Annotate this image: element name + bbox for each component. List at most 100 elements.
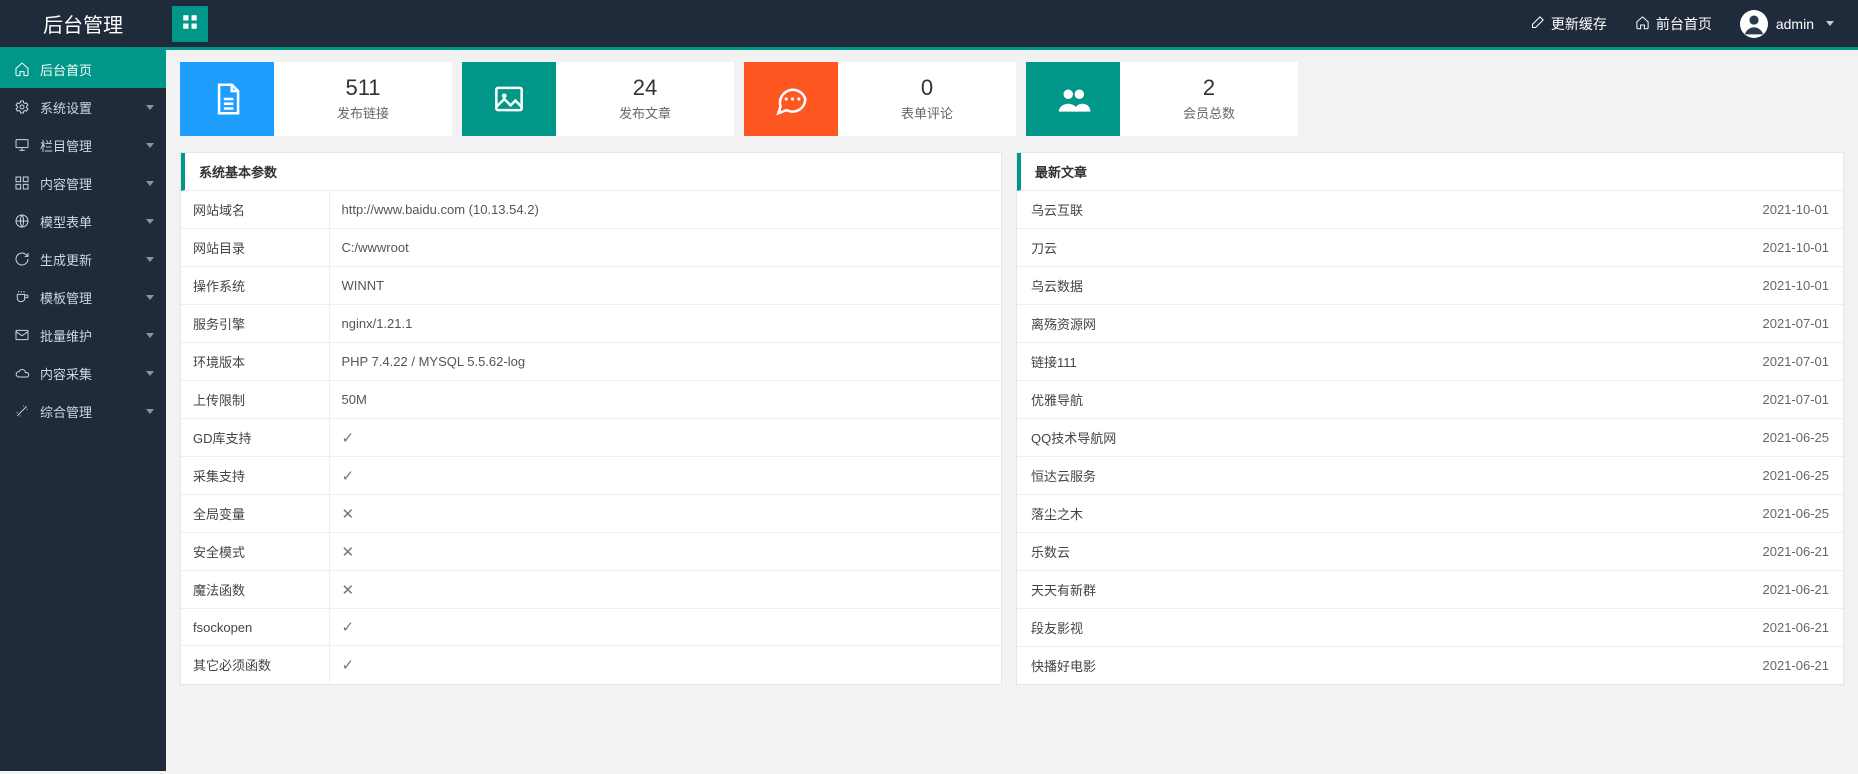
stat-card-0[interactable]: 511发布链接 [180, 62, 452, 136]
article-link[interactable]: 天天有新群 [1031, 583, 1096, 598]
param-value: 50M [342, 392, 367, 407]
article-date: 2021-06-21 [1703, 647, 1843, 685]
table-row: 乐数云 2021-06-21 [1017, 533, 1843, 571]
article-title-cell: 刀云 [1017, 229, 1703, 267]
eraser-icon [1530, 15, 1545, 33]
article-link[interactable]: 乐数云 [1031, 545, 1070, 560]
sidebar-item-label: 模板管理 [40, 288, 92, 307]
apps-button[interactable] [172, 6, 208, 42]
check-icon: ✓ [342, 467, 355, 485]
article-link[interactable]: QQ技术导航网 [1031, 431, 1116, 446]
article-date: 2021-06-21 [1703, 533, 1843, 571]
sidebar-item-2[interactable]: 栏目管理 [0, 126, 166, 164]
users-icon [1026, 62, 1120, 136]
stat-label: 表单评论 [901, 103, 953, 122]
article-link[interactable]: 恒达云服务 [1031, 469, 1096, 484]
article-link[interactable]: 刀云 [1031, 241, 1057, 256]
sidebar-item-label: 后台首页 [40, 60, 92, 79]
article-link[interactable]: 优雅导航 [1031, 393, 1083, 408]
article-link[interactable]: 乌云数据 [1031, 279, 1083, 294]
article-link[interactable]: 乌云互联 [1031, 203, 1083, 218]
article-date: 2021-10-01 [1703, 267, 1843, 305]
system-params-title: 系统基本参数 [181, 153, 1001, 191]
cup-icon [14, 289, 30, 305]
table-row: 魔法函数✕ [181, 571, 1001, 609]
check-icon: ✓ [342, 618, 355, 636]
chevron-down-icon [146, 257, 154, 262]
stat-value: 511 [345, 76, 380, 100]
sidebar-item-4[interactable]: 模型表单 [0, 202, 166, 240]
param-key: 安全模式 [181, 533, 329, 571]
chevron-down-icon [146, 219, 154, 224]
stat-label: 会员总数 [1183, 103, 1235, 122]
param-value-cell: ✓ [329, 419, 1001, 457]
article-date: 2021-06-21 [1703, 571, 1843, 609]
stat-card-3[interactable]: 2会员总数 [1026, 62, 1298, 136]
article-date: 2021-06-21 [1703, 609, 1843, 647]
refresh-cache-link[interactable]: 更新缓存 [1530, 14, 1607, 34]
param-value: nginx/1.21.1 [342, 316, 413, 331]
article-title-cell: 乐数云 [1017, 533, 1703, 571]
sidebar-item-5[interactable]: 生成更新 [0, 240, 166, 278]
front-home-link[interactable]: 前台首页 [1635, 14, 1712, 34]
cross-icon: ✕ [342, 505, 355, 523]
chevron-down-icon [146, 105, 154, 110]
param-value-cell: PHP 7.4.22 / MYSQL 5.5.62-log [329, 343, 1001, 381]
article-link[interactable]: 链接111 [1031, 355, 1077, 370]
article-title-cell: 段友影视 [1017, 609, 1703, 647]
sidebar-item-6[interactable]: 模板管理 [0, 278, 166, 316]
article-date: 2021-10-01 [1703, 229, 1843, 267]
param-value-cell: ✕ [329, 495, 1001, 533]
chevron-down-icon [146, 143, 154, 148]
stat-body: 24发布文章 [556, 62, 734, 136]
table-row: 上传限制 50M [181, 381, 1001, 419]
user-menu[interactable]: admin [1740, 10, 1834, 38]
table-row: 服务引擎nginx/1.21.1 [181, 305, 1001, 343]
article-date: 2021-10-01 [1703, 191, 1843, 229]
stat-value: 0 [921, 76, 933, 100]
param-key: 其它必须函数 [181, 646, 329, 684]
table-row: 环境版本PHP 7.4.22 / MYSQL 5.5.62-log [181, 343, 1001, 381]
sidebar-item-1[interactable]: 系统设置 [0, 88, 166, 126]
stat-body: 511发布链接 [274, 62, 452, 136]
stat-card-1[interactable]: 24发布文章 [462, 62, 734, 136]
sidebar-item-3[interactable]: 内容管理 [0, 164, 166, 202]
sidebar-item-7[interactable]: 批量维护 [0, 316, 166, 354]
param-key: 魔法函数 [181, 571, 329, 609]
sidebar-item-9[interactable]: 综合管理 [0, 392, 166, 430]
stat-card-2[interactable]: 0 表单评论 [744, 62, 1016, 136]
sidebar-item-label: 批量维护 [40, 326, 92, 345]
param-key: 上传限制 [181, 381, 329, 419]
article-link[interactable]: 落尘之木 [1031, 507, 1083, 522]
top-header: 后台管理 更新缓存 前台首页 admin [0, 0, 1858, 50]
article-date: 2021-06-25 [1703, 495, 1843, 533]
monitor-icon [14, 137, 30, 153]
table-row: 落尘之木 2021-06-25 [1017, 495, 1843, 533]
avatar [1740, 10, 1768, 38]
image-icon [462, 62, 556, 136]
article-link[interactable]: 段友影视 [1031, 621, 1083, 636]
article-title-cell: 乌云数据 [1017, 267, 1703, 305]
chevron-down-icon [146, 409, 154, 414]
param-value: http://www.baidu.com (10.13.54.2) [342, 202, 539, 217]
stat-body: 0 表单评论 [838, 62, 1016, 136]
article-link[interactable]: 快播好电影 [1031, 659, 1096, 674]
globe-icon [14, 213, 30, 229]
wand-icon [14, 403, 30, 419]
chevron-down-icon [146, 295, 154, 300]
main-content: 511发布链接24发布文章0表单评论2会员总数 系统基本参数 网站域名http:… [166, 50, 1858, 771]
param-key: GD库支持 [181, 419, 329, 457]
sidebar-item-label: 模型表单 [40, 212, 92, 231]
table-row: 安全模式✕ [181, 533, 1001, 571]
chevron-down-icon [146, 371, 154, 376]
table-row: GD库支持✓ [181, 419, 1001, 457]
sidebar-item-0[interactable]: 后台首页 [0, 50, 166, 88]
param-key: 环境版本 [181, 343, 329, 381]
article-title-cell: 恒达云服务 [1017, 457, 1703, 495]
article-date: 2021-07-01 [1703, 381, 1843, 419]
articles-table: 乌云互联 2021-10-01 刀云 2021-10-01 乌云数据 2021-10-01… [1017, 191, 1843, 684]
table-row: 优雅导航 2021-07-01 [1017, 381, 1843, 419]
sidebar-item-8[interactable]: 内容采集 [0, 354, 166, 392]
article-link[interactable]: 离殇资源网 [1031, 317, 1096, 332]
grid-icon [14, 175, 30, 191]
